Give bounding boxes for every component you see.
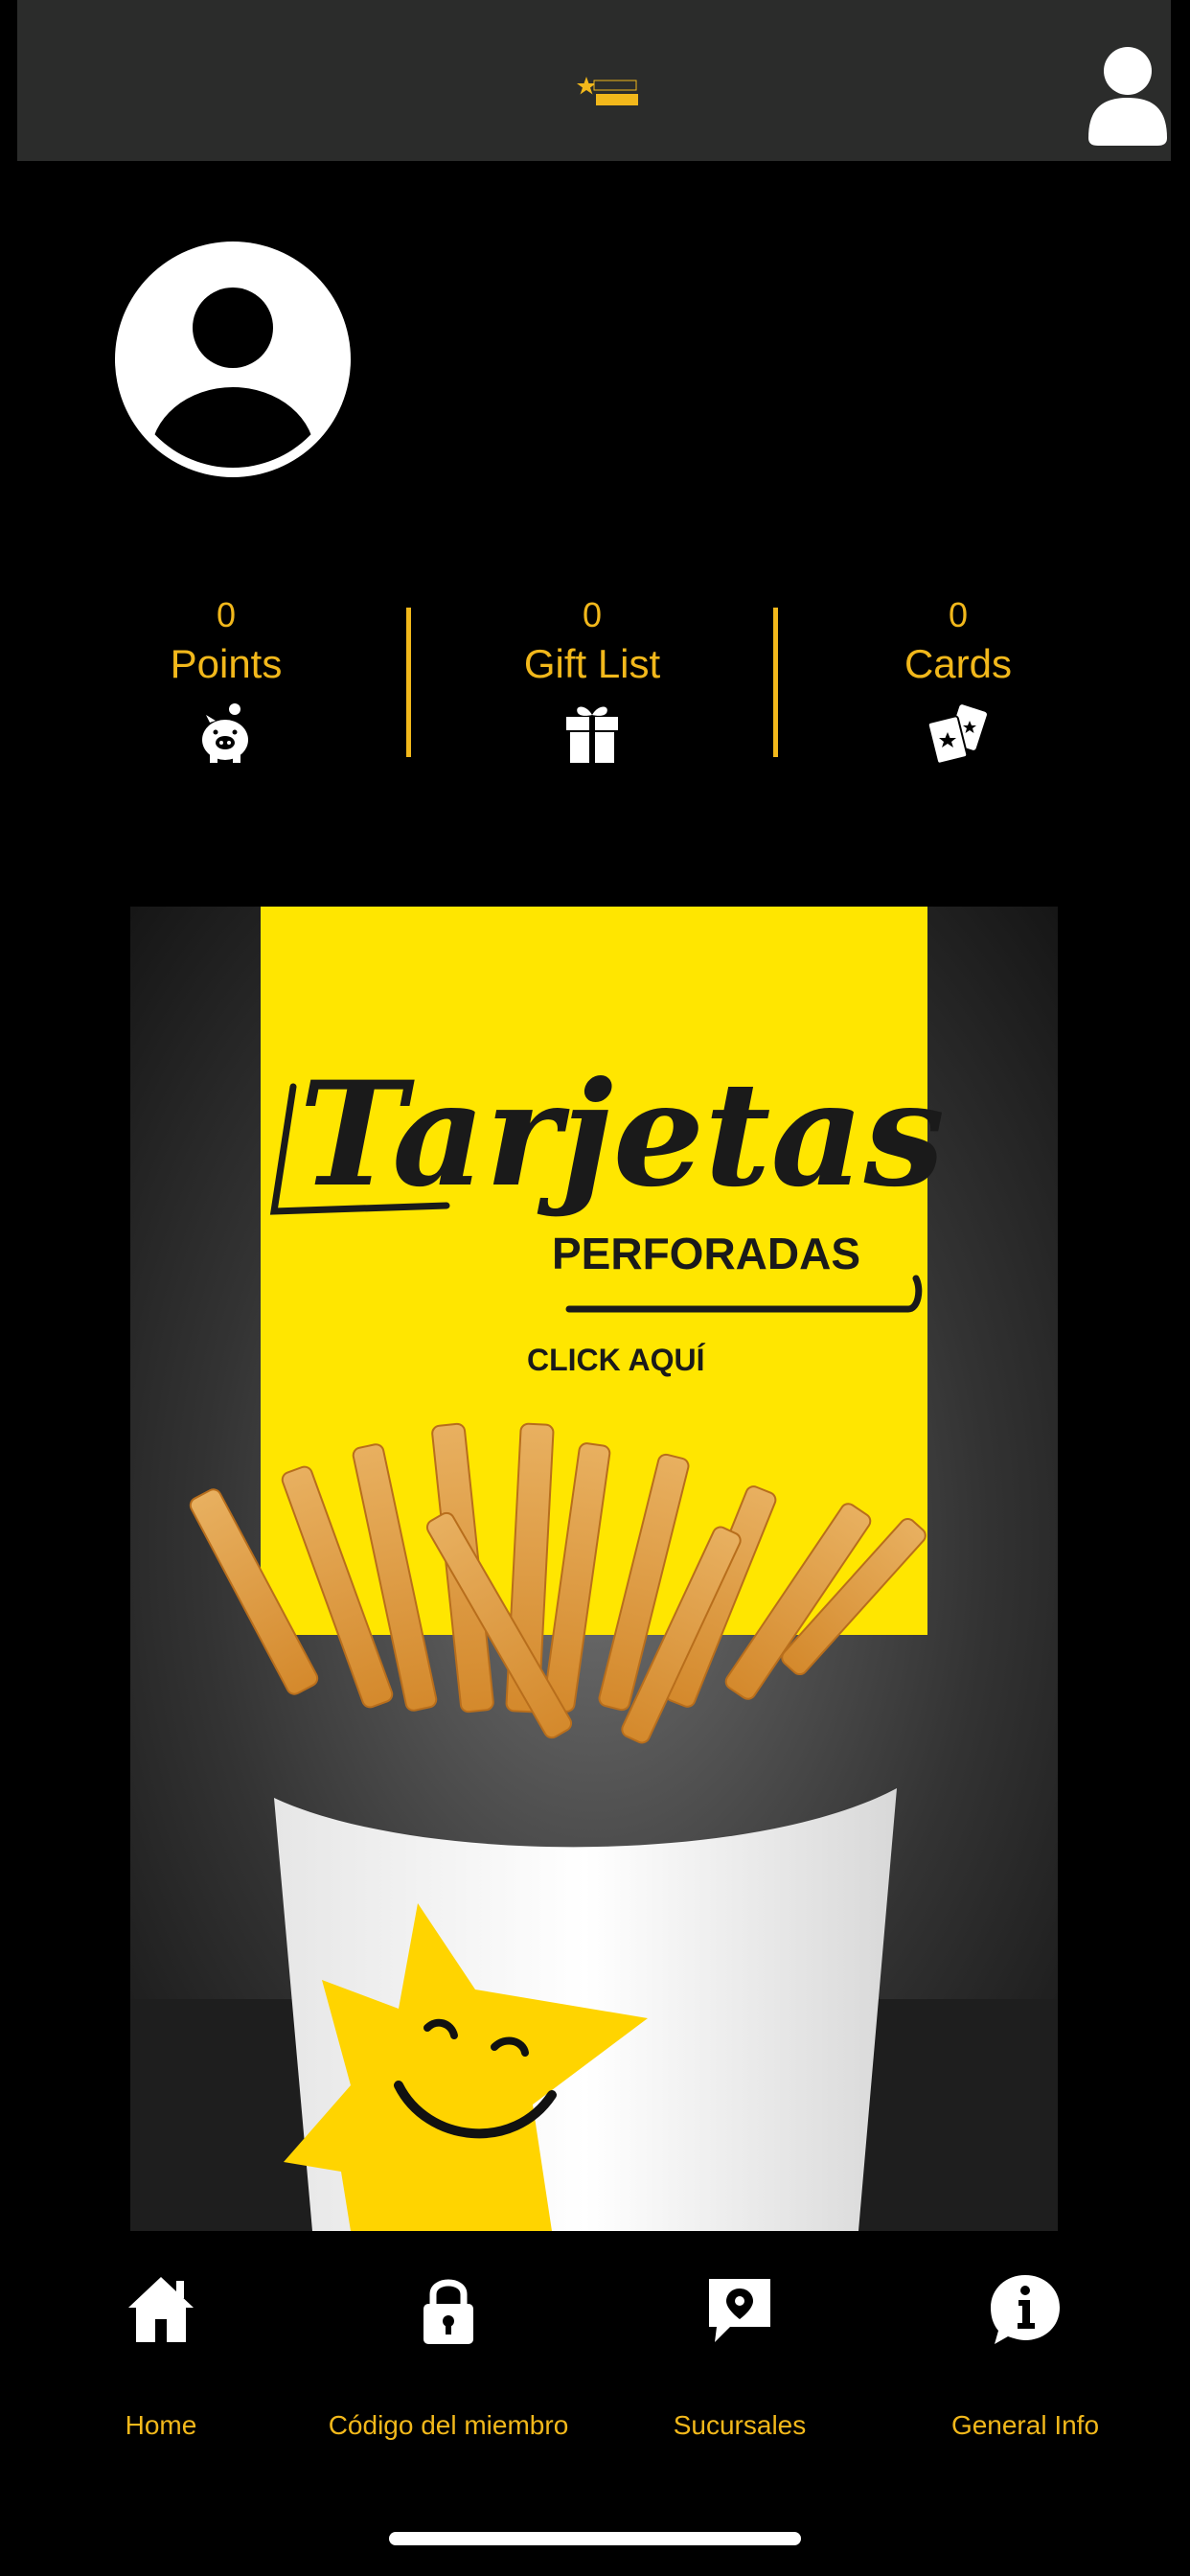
nav-home-label: Home [125,2410,197,2440]
nav-home[interactable]: Home [65,2271,257,2442]
nav-general-info[interactable]: General Info [929,2271,1121,2442]
nav-member-code[interactable]: Código del miembro [305,2271,592,2442]
stat-points[interactable]: 0 Points [82,594,370,767]
gift-list-label: Gift List [523,641,661,686]
cards-icon [927,704,987,765]
gift-icon [566,706,618,763]
banner-cta[interactable]: CLICK AQUÍ [527,1343,706,1377]
banner-subtitle: PERFORADAS [552,1229,860,1278]
top-app-bar [17,0,1171,161]
stats-row: 0 Points 0 Gift List 0 Cards [0,594,1190,786]
home-icon [128,2277,194,2342]
stats-divider [406,608,411,757]
nav-member-code-label: Código del miembro [328,2410,569,2440]
home-indicator[interactable] [389,2532,801,2545]
banner-title: Tarjetas [299,1050,945,1219]
user-profile-icon[interactable] [1087,42,1169,148]
bottom-nav: Home Código del miembro Sucursales Gener… [0,2271,1190,2463]
piggy-bank-icon [202,703,248,763]
nav-branches[interactable]: Sucursales [644,2271,835,2442]
lock-icon [423,2279,473,2344]
stat-gift-list[interactable]: 0 Gift List [448,594,736,767]
brand-star-logo-icon[interactable] [577,77,640,109]
promo-banner[interactable]: Tarjetas PERFORADAS CLICK AQUÍ [130,907,1058,2231]
gift-list-count: 0 [582,595,603,634]
info-icon [991,2275,1060,2344]
points-count: 0 [216,595,237,634]
cards-label: Cards [904,641,1013,686]
stats-divider [773,608,778,757]
stat-cards[interactable]: 0 Cards [814,594,1102,767]
cards-count: 0 [948,595,969,634]
nav-branches-label: Sucursales [673,2410,807,2440]
promo-banner-image: Tarjetas PERFORADAS CLICK AQUÍ [130,907,1058,2231]
points-label: Points [170,641,283,686]
nav-general-info-label: General Info [950,2410,1100,2440]
user-avatar-icon[interactable] [115,234,351,485]
location-pin-icon [709,2279,770,2342]
